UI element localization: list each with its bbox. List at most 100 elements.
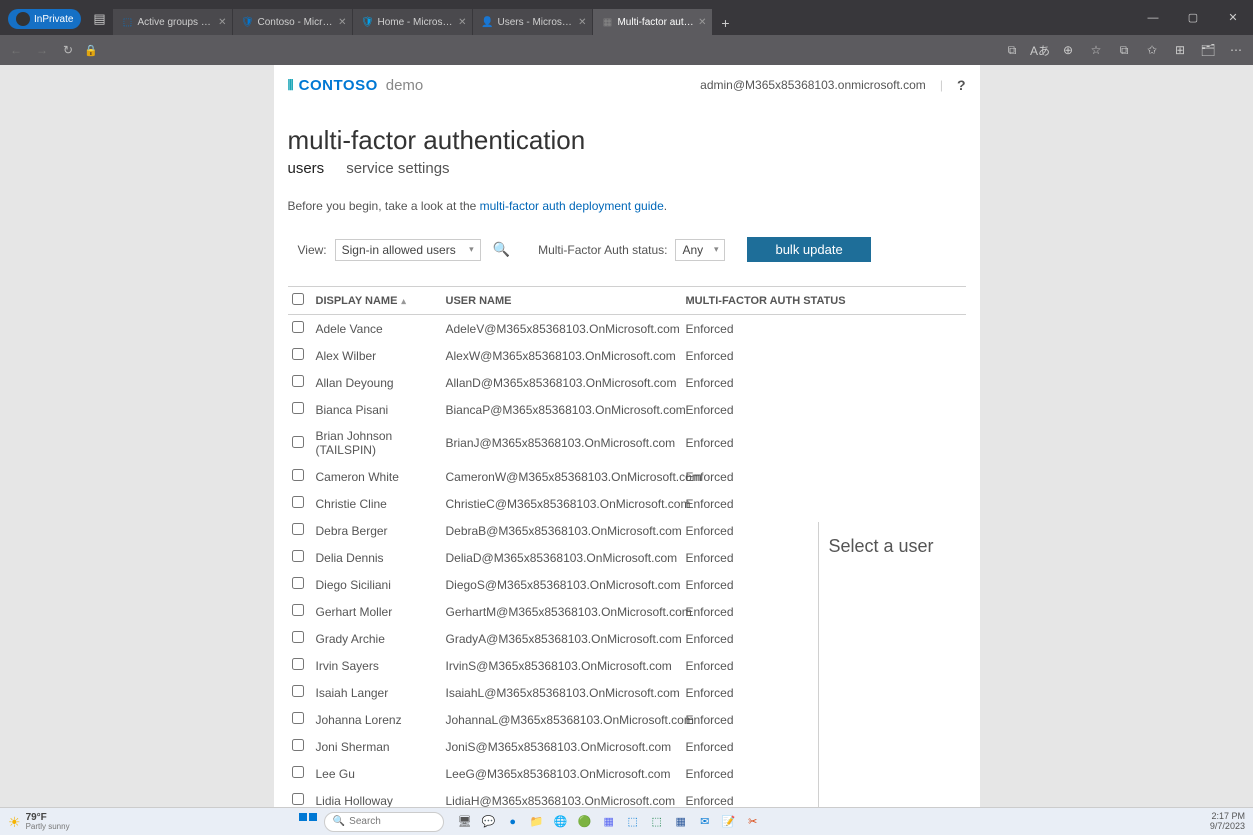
- search-icon[interactable]: 🔍: [493, 241, 510, 258]
- close-window-button[interactable]: ✕: [1213, 0, 1253, 35]
- taskbar-clock[interactable]: 2:17 PM 9/7/2023: [1210, 812, 1245, 832]
- table-row[interactable]: Cameron WhiteCameronW@M365x85368103.OnMi…: [288, 463, 966, 490]
- column-display-name[interactable]: DISPLAY NAME: [312, 287, 442, 315]
- more-icon[interactable]: ⋯: [1225, 39, 1247, 61]
- row-checkbox[interactable]: [292, 375, 304, 387]
- cell-mfa-status: Enforced: [682, 396, 966, 423]
- row-checkbox[interactable]: [292, 496, 304, 508]
- row-checkbox[interactable]: [292, 523, 304, 535]
- taskbar-app-icon[interactable]: ▦: [672, 813, 690, 831]
- minimize-button[interactable]: —: [1133, 0, 1173, 35]
- read-aloud-icon[interactable]: Aあ: [1029, 39, 1051, 61]
- view-value: Sign-in allowed users: [342, 243, 456, 257]
- collections-icon[interactable]: 🗂: [1197, 39, 1219, 61]
- extensions-icon[interactable]: ⊞: [1169, 39, 1191, 61]
- cell-user-name: IrvinS@M365x85368103.OnMicrosoft.com: [442, 652, 682, 679]
- table-row[interactable]: Christie ClineChristieC@M365x85368103.On…: [288, 490, 966, 517]
- bulk-update-button[interactable]: bulk update: [747, 237, 870, 262]
- cell-mfa-status: Enforced: [682, 342, 966, 369]
- cell-display-name: Grady Archie: [312, 625, 442, 652]
- taskbar-app-icon[interactable]: ●: [504, 813, 522, 831]
- split-screen-icon[interactable]: ⧉: [1113, 39, 1135, 61]
- taskbar-weather[interactable]: ☀ 79°F Partly sunny: [8, 813, 70, 831]
- side-detail-panel: Select a user: [818, 522, 966, 811]
- cell-mfa-status: Enforced: [682, 369, 966, 396]
- row-checkbox[interactable]: [292, 631, 304, 643]
- view-select[interactable]: Sign-in allowed users ▾: [335, 239, 481, 261]
- row-checkbox[interactable]: [292, 469, 304, 481]
- view-label: View:: [288, 243, 327, 257]
- browser-tabs-row: InPrivate ▤ ⬚Active groups - Microsoft 3…: [0, 0, 1253, 35]
- tab-users[interactable]: users: [288, 160, 325, 177]
- forward-button[interactable]: →: [32, 40, 52, 60]
- row-checkbox[interactable]: [292, 739, 304, 751]
- intro-text: Before you begin, take a look at the mul…: [288, 199, 966, 213]
- lock-icon[interactable]: 🔒: [84, 44, 98, 57]
- row-checkbox[interactable]: [292, 766, 304, 778]
- table-row[interactable]: Bianca PisaniBiancaP@M365x85368103.OnMic…: [288, 396, 966, 423]
- tab-close-icon[interactable]: ✕: [578, 17, 586, 28]
- maximize-button[interactable]: ▢: [1173, 0, 1213, 35]
- reload-button[interactable]: ↻: [58, 40, 78, 60]
- tab-close-icon[interactable]: ✕: [218, 17, 226, 28]
- tab-close-icon[interactable]: ✕: [458, 17, 466, 28]
- help-icon[interactable]: ?: [957, 77, 966, 93]
- browser-tab[interactable]: ⬚Active groups - Microsoft 365 …✕: [113, 9, 233, 35]
- taskbar-app-icon[interactable]: 🌐: [552, 813, 570, 831]
- tab-actions-icon[interactable]: ▤: [89, 9, 109, 29]
- row-checkbox[interactable]: [292, 604, 304, 616]
- page-viewport[interactable]: ⦀ CONTOSO demo admin@M365x85368103.onmic…: [0, 65, 1253, 811]
- row-checkbox[interactable]: [292, 436, 304, 448]
- taskbar-search[interactable]: 🔍 Search: [324, 812, 444, 832]
- table-row[interactable]: Alex WilberAlexW@M365x85368103.OnMicroso…: [288, 342, 966, 369]
- cell-display-name: Allan Deyoung: [312, 369, 442, 396]
- favorites-bar-icon[interactable]: ✩: [1141, 39, 1163, 61]
- row-checkbox[interactable]: [292, 348, 304, 360]
- taskbar-app-icon[interactable]: 💬: [480, 813, 498, 831]
- taskbar-app-icon[interactable]: 📁: [528, 813, 546, 831]
- tab-close-icon[interactable]: ✕: [698, 17, 706, 28]
- favorite-star-icon[interactable]: ☆: [1085, 39, 1107, 61]
- taskbar-app-icon[interactable]: ✂: [744, 813, 762, 831]
- weather-desc: Partly sunny: [26, 823, 70, 831]
- row-checkbox[interactable]: [292, 712, 304, 724]
- window-controls: — ▢ ✕: [1133, 0, 1253, 35]
- cell-mfa-status: Enforced: [682, 315, 966, 343]
- cell-display-name: Brian Johnson (TAILSPIN): [312, 423, 442, 463]
- taskbar-app-icon[interactable]: ✉: [696, 813, 714, 831]
- taskbar-app-icon[interactable]: 🖥: [456, 813, 474, 831]
- start-button[interactable]: [298, 812, 318, 832]
- taskbar-app-icon[interactable]: 🟢: [576, 813, 594, 831]
- table-row[interactable]: Allan DeyoungAllanD@M365x85368103.OnMicr…: [288, 369, 966, 396]
- back-button[interactable]: ←: [6, 40, 26, 60]
- row-checkbox[interactable]: [292, 658, 304, 670]
- chevron-down-icon: ▾: [714, 244, 719, 255]
- browser-tab[interactable]: 🛡Home - Microsoft 365 security✕: [353, 9, 473, 35]
- column-user-name[interactable]: USER NAME: [442, 287, 682, 315]
- tab-close-icon[interactable]: ✕: [338, 17, 346, 28]
- page-subtabs: users service settings: [288, 160, 966, 177]
- browser-tab[interactable]: 🛡Contoso - Microsoft Entra admin…✕: [233, 9, 353, 35]
- taskbar-app-icon[interactable]: ⬚: [624, 813, 642, 831]
- tab-service-settings[interactable]: service settings: [346, 160, 449, 177]
- deployment-guide-link[interactable]: multi-factor auth deployment guide: [480, 199, 664, 213]
- new-tab-button[interactable]: +: [713, 15, 737, 35]
- zoom-icon[interactable]: ⊕: [1057, 39, 1079, 61]
- row-checkbox[interactable]: [292, 685, 304, 697]
- taskbar-app-icon[interactable]: ▦: [600, 813, 618, 831]
- row-checkbox[interactable]: [292, 793, 304, 805]
- row-checkbox[interactable]: [292, 577, 304, 589]
- row-checkbox[interactable]: [292, 402, 304, 414]
- table-row[interactable]: Adele VanceAdeleV@M365x85368103.OnMicros…: [288, 315, 966, 343]
- taskbar-app-icon[interactable]: ⬚: [648, 813, 666, 831]
- browser-tab[interactable]: ▦Multi-factor authentication✕: [593, 9, 713, 35]
- column-mfa-status[interactable]: MULTI-FACTOR AUTH STATUS: [682, 287, 966, 315]
- table-row[interactable]: Brian Johnson (TAILSPIN)BrianJ@M365x8536…: [288, 423, 966, 463]
- browser-tab[interactable]: 👤Users - Microsoft Entra admin c…✕: [473, 9, 593, 35]
- mfa-status-select[interactable]: Any ▾: [675, 239, 725, 261]
- taskbar-app-icon[interactable]: 📝: [720, 813, 738, 831]
- row-checkbox[interactable]: [292, 321, 304, 333]
- tab-actions-addr-icon[interactable]: ⧉: [1001, 39, 1023, 61]
- row-checkbox[interactable]: [292, 550, 304, 562]
- select-all-checkbox[interactable]: [292, 293, 304, 305]
